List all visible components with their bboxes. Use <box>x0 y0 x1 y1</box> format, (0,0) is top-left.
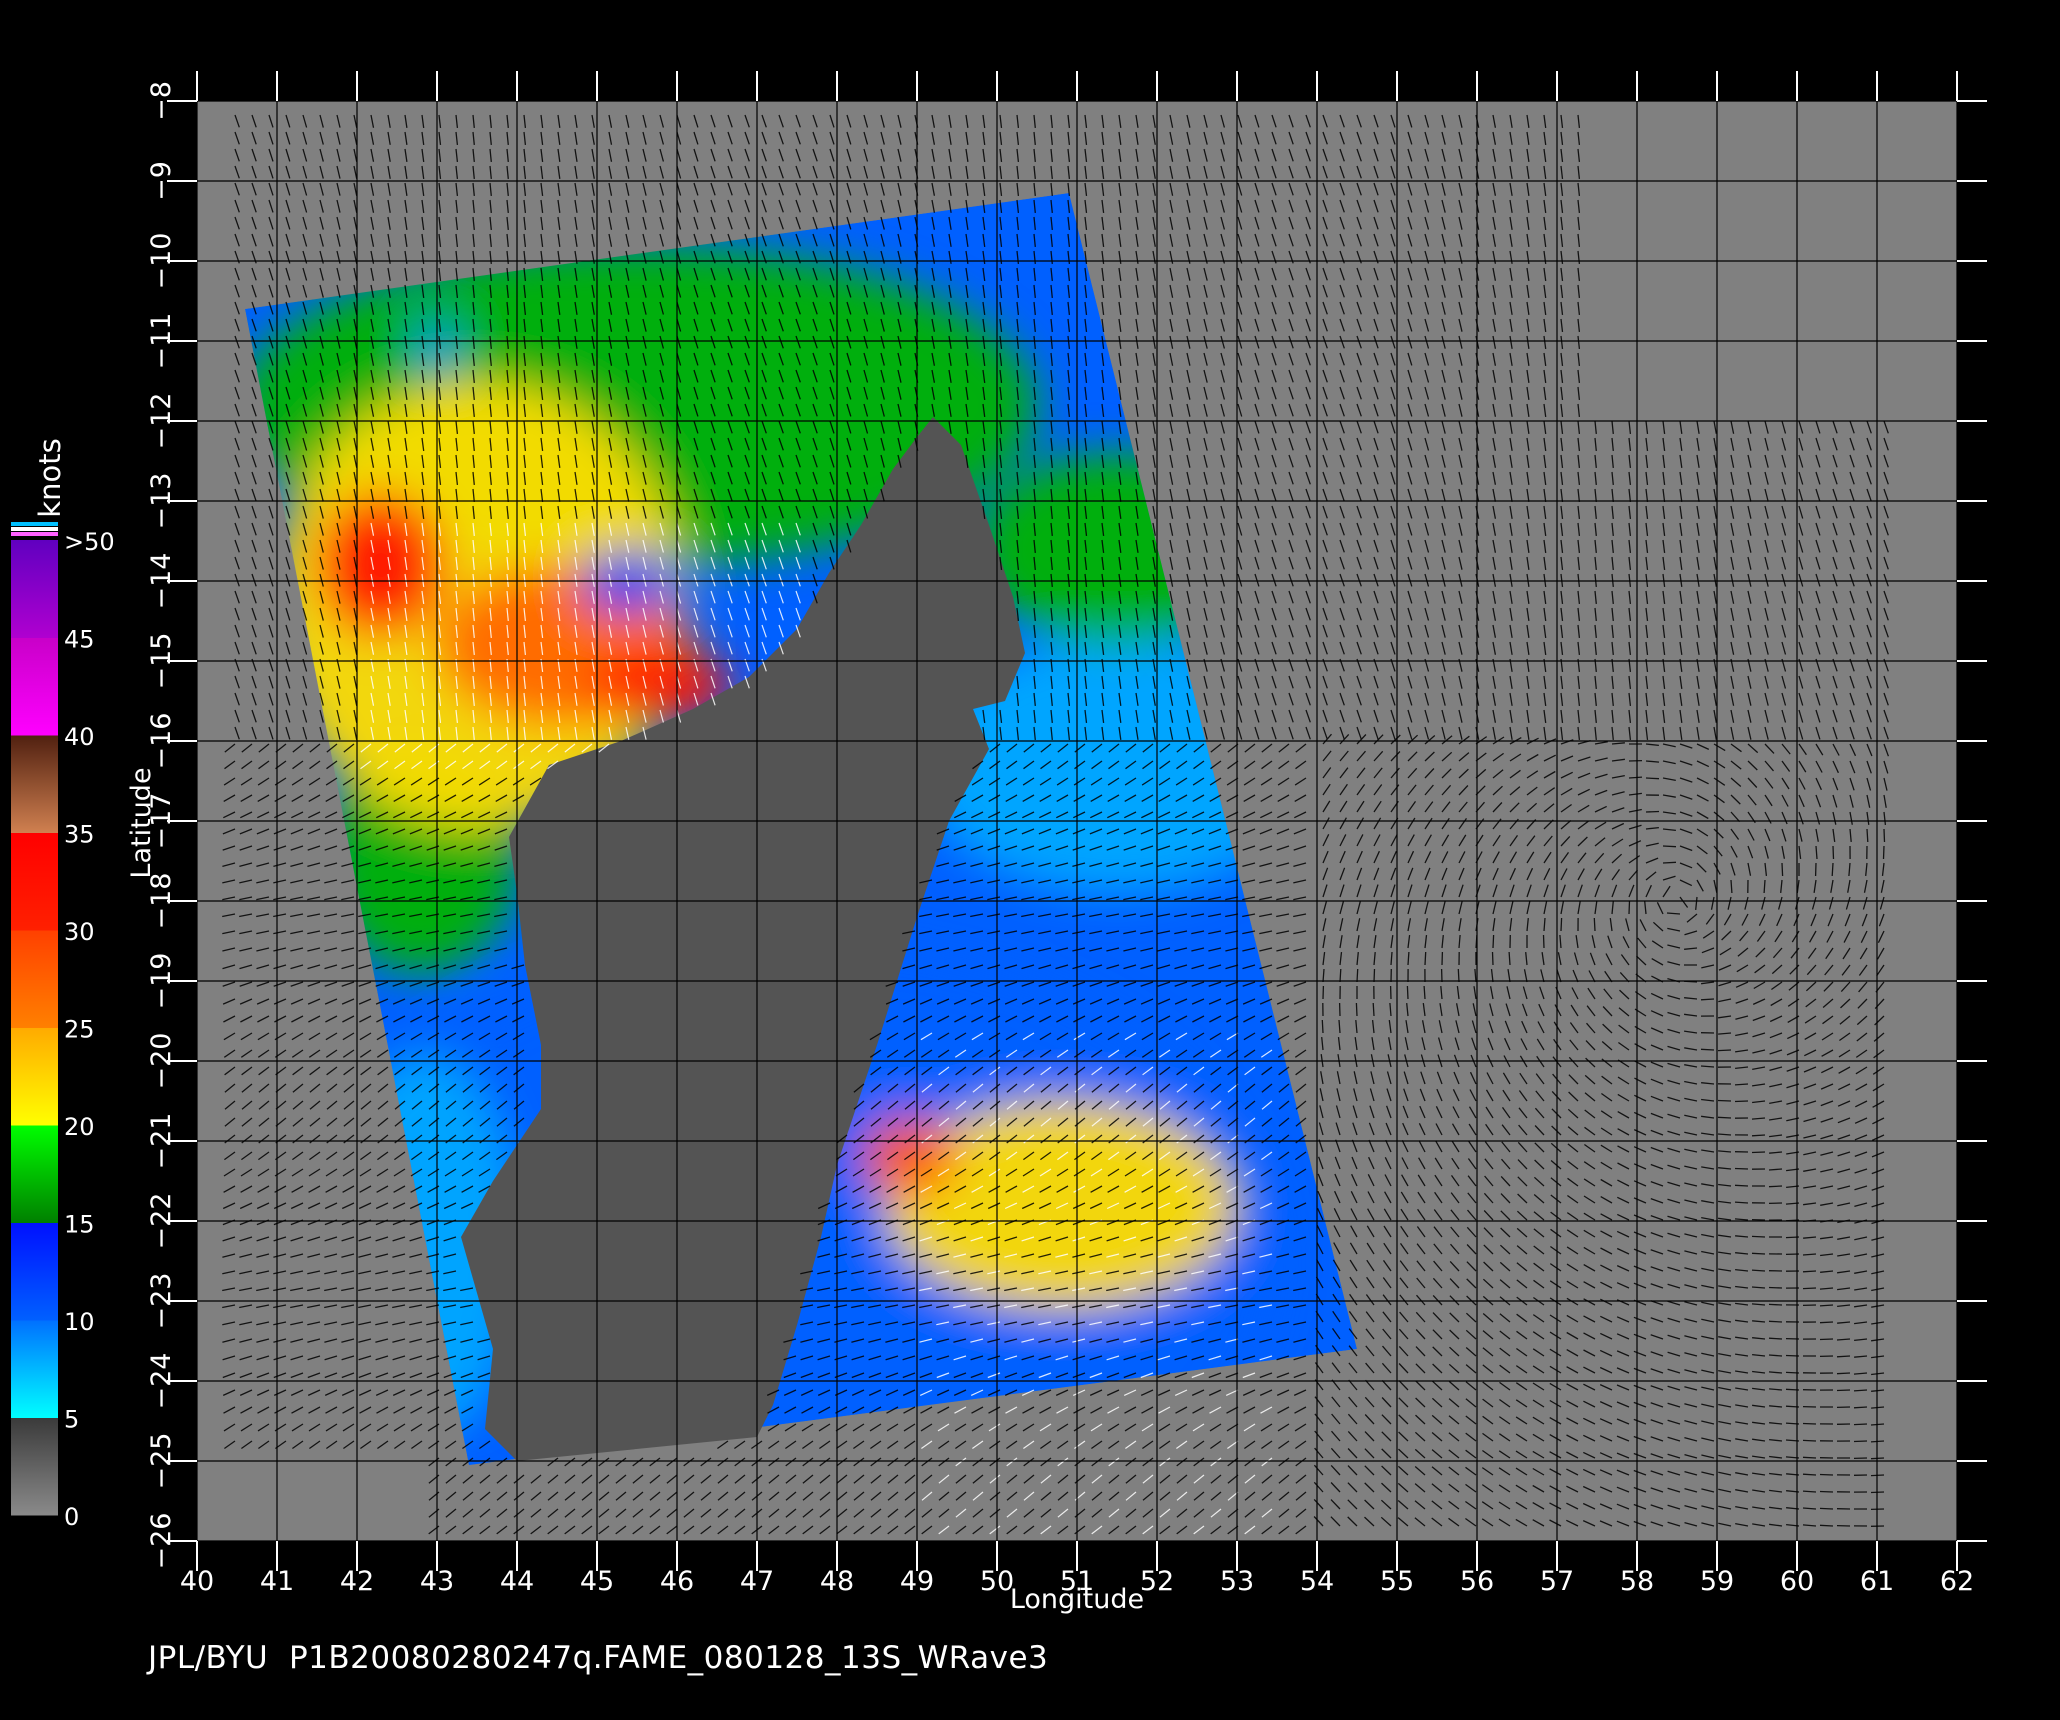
colorbar-band <box>11 1320 58 1418</box>
x-tick-label: 58 <box>1620 1566 1654 1597</box>
product-footer: JPL/BYU P1B20080280247q.FAME_080128_13S_… <box>148 1640 1049 1676</box>
colorbar-band <box>11 1222 58 1321</box>
x-tick-label: 60 <box>1780 1566 1814 1597</box>
colorbar-label: 35 <box>64 821 95 849</box>
x-tick-label: 48 <box>820 1566 854 1597</box>
colorbar-title: knots <box>33 438 67 517</box>
colorbar-band <box>11 1125 58 1223</box>
colorbar-label: 40 <box>64 723 95 751</box>
y-tick-label: −25 <box>146 1433 177 1490</box>
y-tick-label: −13 <box>146 473 177 530</box>
plot-area <box>196 100 1958 1542</box>
y-tick-label: −11 <box>146 313 177 370</box>
y-tick-label: −21 <box>146 1113 177 1170</box>
y-tick-label: −16 <box>146 713 177 770</box>
colorbar-label: 25 <box>64 1016 95 1044</box>
colorbar-bands <box>11 540 58 1516</box>
y-tick-label: −10 <box>146 233 177 290</box>
y-tick-label: −12 <box>146 393 177 450</box>
colorbar-band <box>11 1417 58 1516</box>
x-tick-label: 44 <box>500 1566 534 1597</box>
colorbar-label: 30 <box>64 918 95 946</box>
x-tick-label: 54 <box>1300 1566 1334 1597</box>
y-tick-label: −19 <box>146 953 177 1010</box>
wind-speed-map: 40 41 42 43 44 45 46 47 48 49 50 51 52 53 54 55 56 57 58 59… <box>0 0 2060 1720</box>
colorbar-cap <box>11 522 58 536</box>
colorbar-cap-stripe <box>11 532 58 536</box>
x-tick-label: 45 <box>580 1566 614 1597</box>
x-tick-label: 47 <box>740 1566 774 1597</box>
x-tick-label: 59 <box>1700 1566 1734 1597</box>
y-tick-label: −9 <box>146 161 177 201</box>
x-tick-label: 57 <box>1540 1566 1574 1597</box>
x-tick-label: 49 <box>900 1566 934 1597</box>
colorbar-band <box>11 1027 58 1126</box>
colorbar-band <box>11 637 58 736</box>
x-tick-label: 40 <box>180 1566 214 1597</box>
wind-speed-zone <box>317 493 445 637</box>
colorbar-band <box>11 540 58 638</box>
colorbar-label: 45 <box>64 626 95 654</box>
x-tick-label: 41 <box>260 1566 294 1597</box>
y-tick-label: −14 <box>146 553 177 610</box>
colorbar-label: 15 <box>64 1211 95 1239</box>
colorbar-cap-stripe <box>11 527 58 531</box>
y-tick-label: −23 <box>146 1273 177 1330</box>
colorbar-label: 5 <box>64 1406 79 1434</box>
x-tick-label: 53 <box>1220 1566 1254 1597</box>
colorbar-label: 20 <box>64 1113 95 1141</box>
x-axis-label: Longitude <box>1010 1584 1144 1615</box>
y-tick-label: −24 <box>146 1353 177 1410</box>
x-tick-label: 52 <box>1140 1566 1174 1597</box>
y-tick-label: −15 <box>146 633 177 690</box>
x-tick-label: 62 <box>1940 1566 1974 1597</box>
x-tick-label: 46 <box>660 1566 694 1597</box>
y-tick-label: −20 <box>146 1033 177 1090</box>
y-tick-label: −18 <box>146 873 177 930</box>
colorbar-band <box>11 930 58 1028</box>
colorbar-label: 10 <box>64 1308 95 1336</box>
y-tick-label: −8 <box>146 81 177 121</box>
x-tick-label: 56 <box>1460 1566 1494 1597</box>
y-tick-label: −26 <box>146 1513 177 1570</box>
x-tick-label: 55 <box>1380 1566 1414 1597</box>
y-tick-label: −22 <box>146 1193 177 1250</box>
colorbar-band <box>11 832 58 931</box>
colorbar-band <box>11 735 58 833</box>
colorbar-cap-stripe <box>11 522 58 526</box>
x-tick-label: 61 <box>1860 1566 1894 1597</box>
x-tick-label: 43 <box>420 1566 454 1597</box>
colorbar-label: >50 <box>64 528 115 556</box>
x-tick-label: 42 <box>340 1566 374 1597</box>
y-axis-label: Latitude <box>126 767 157 878</box>
colorbar-label: 0 <box>64 1503 79 1531</box>
